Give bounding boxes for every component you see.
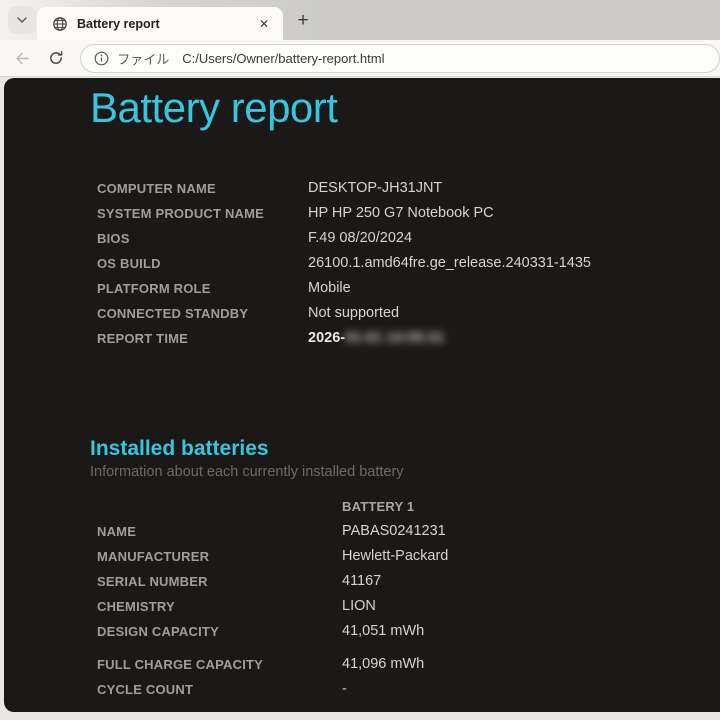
installed-batteries-table: BATTERY 1 NAME PABAS0241231 MANUFACTURER… bbox=[97, 494, 720, 702]
row-label: NAME bbox=[97, 523, 137, 539]
table-row: BIOS F.49 08/20/2024 bbox=[97, 226, 720, 251]
section-heading-installed-batteries: Installed batteries bbox=[90, 436, 269, 460]
row-label: BIOS bbox=[97, 230, 130, 246]
table-row: MANUFACTURER Hewlett-Packard bbox=[97, 544, 720, 569]
table-row: CONNECTED STANDBY Not supported bbox=[97, 301, 720, 326]
refresh-button[interactable] bbox=[43, 44, 71, 72]
row-value: LION bbox=[342, 598, 376, 614]
row-label: REPORT TIME bbox=[97, 330, 189, 346]
url-scheme-label: ファイル bbox=[117, 51, 170, 67]
report-time-value: 2026-01-01 14:05:31 bbox=[308, 330, 445, 346]
refresh-icon bbox=[48, 50, 64, 66]
info-icon[interactable] bbox=[94, 51, 109, 66]
url-text[interactable]: C:/Users/Owner/battery-report.html bbox=[182, 51, 384, 66]
page-content: Battery report COMPUTER NAME DESKTOP-JH3… bbox=[4, 78, 720, 712]
row-label: COMPUTER NAME bbox=[97, 180, 216, 196]
address-bar[interactable]: ファイル C:/Users/Owner/battery-report.html bbox=[80, 43, 720, 73]
tab-search-button[interactable] bbox=[8, 6, 36, 34]
row-value: HP HP 250 G7 Notebook PC bbox=[308, 205, 494, 221]
chevron-down-icon bbox=[15, 13, 29, 27]
new-tab-button[interactable]: + bbox=[290, 8, 316, 34]
row-label: CYCLE COUNT bbox=[97, 681, 194, 697]
row-value: PABAS0241231 bbox=[342, 523, 446, 539]
row-value: - bbox=[342, 681, 347, 697]
row-value: F.49 08/20/2024 bbox=[308, 230, 413, 246]
browser-tab-battery-report[interactable]: Battery report ✕ bbox=[37, 7, 283, 40]
back-arrow-icon bbox=[14, 50, 31, 67]
table-row: CHEMISTRY LION bbox=[97, 594, 720, 619]
row-label: SYSTEM PRODUCT NAME bbox=[97, 205, 265, 221]
table-header-row: BATTERY 1 bbox=[97, 494, 720, 519]
row-label: MANUFACTURER bbox=[97, 548, 210, 564]
row-value: Hewlett-Packard bbox=[342, 548, 449, 564]
row-label: DESIGN CAPACITY bbox=[97, 623, 219, 639]
table-row: COMPUTER NAME DESKTOP-JH31JNT bbox=[97, 176, 720, 201]
tab-close-icon[interactable]: ✕ bbox=[255, 15, 273, 33]
table-row: FULL CHARGE CAPACITY 41,096 mWh bbox=[97, 652, 720, 677]
row-value: 41,096 mWh bbox=[342, 656, 425, 672]
row-value: DESKTOP-JH31JNT bbox=[308, 180, 443, 196]
row-value: 26100.1.amd64fre.ge_release.240331-1435 bbox=[308, 255, 591, 271]
redacted-report-time: 01-01 14:05:31 bbox=[345, 330, 445, 346]
section-subtitle: Information about each currently install… bbox=[90, 463, 404, 480]
table-row: SYSTEM PRODUCT NAME HP HP 250 G7 Noteboo… bbox=[97, 201, 720, 226]
row-value: Mobile bbox=[308, 280, 351, 296]
row-label: OS BUILD bbox=[97, 255, 161, 271]
browser-toolbar: ファイル C:/Users/Owner/battery-report.html bbox=[0, 40, 720, 77]
back-button[interactable] bbox=[9, 44, 37, 72]
row-value: Not supported bbox=[308, 305, 400, 321]
table-row-report-time: REPORT TIME 2026-01-01 14:05:31 bbox=[97, 326, 720, 351]
row-value: 41167 bbox=[342, 573, 382, 589]
tab-strip: Battery report ✕ + bbox=[0, 0, 720, 40]
row-label: CHEMISTRY bbox=[97, 598, 175, 614]
system-info-table: COMPUTER NAME DESKTOP-JH31JNT SYSTEM PRO… bbox=[97, 176, 720, 351]
table-row: PLATFORM ROLE Mobile bbox=[97, 276, 720, 301]
row-label: FULL CHARGE CAPACITY bbox=[97, 656, 264, 672]
table-row: CYCLE COUNT - bbox=[97, 677, 720, 702]
row-value: 41,051 mWh bbox=[342, 623, 425, 639]
page-title: Battery report bbox=[90, 84, 338, 131]
tab-title: Battery report bbox=[77, 16, 160, 31]
globe-icon bbox=[52, 16, 68, 32]
row-label: SERIAL NUMBER bbox=[97, 573, 208, 589]
battery-column-header: BATTERY 1 bbox=[342, 498, 415, 514]
table-row: NAME PABAS0241231 bbox=[97, 519, 720, 544]
table-row: DESIGN CAPACITY 41,051 mWh bbox=[97, 619, 720, 644]
row-label: CONNECTED STANDBY bbox=[97, 305, 249, 321]
table-row: SERIAL NUMBER 41167 bbox=[97, 569, 720, 594]
row-label: PLATFORM ROLE bbox=[97, 280, 211, 296]
table-row: OS BUILD 26100.1.amd64fre.ge_release.240… bbox=[97, 251, 720, 276]
